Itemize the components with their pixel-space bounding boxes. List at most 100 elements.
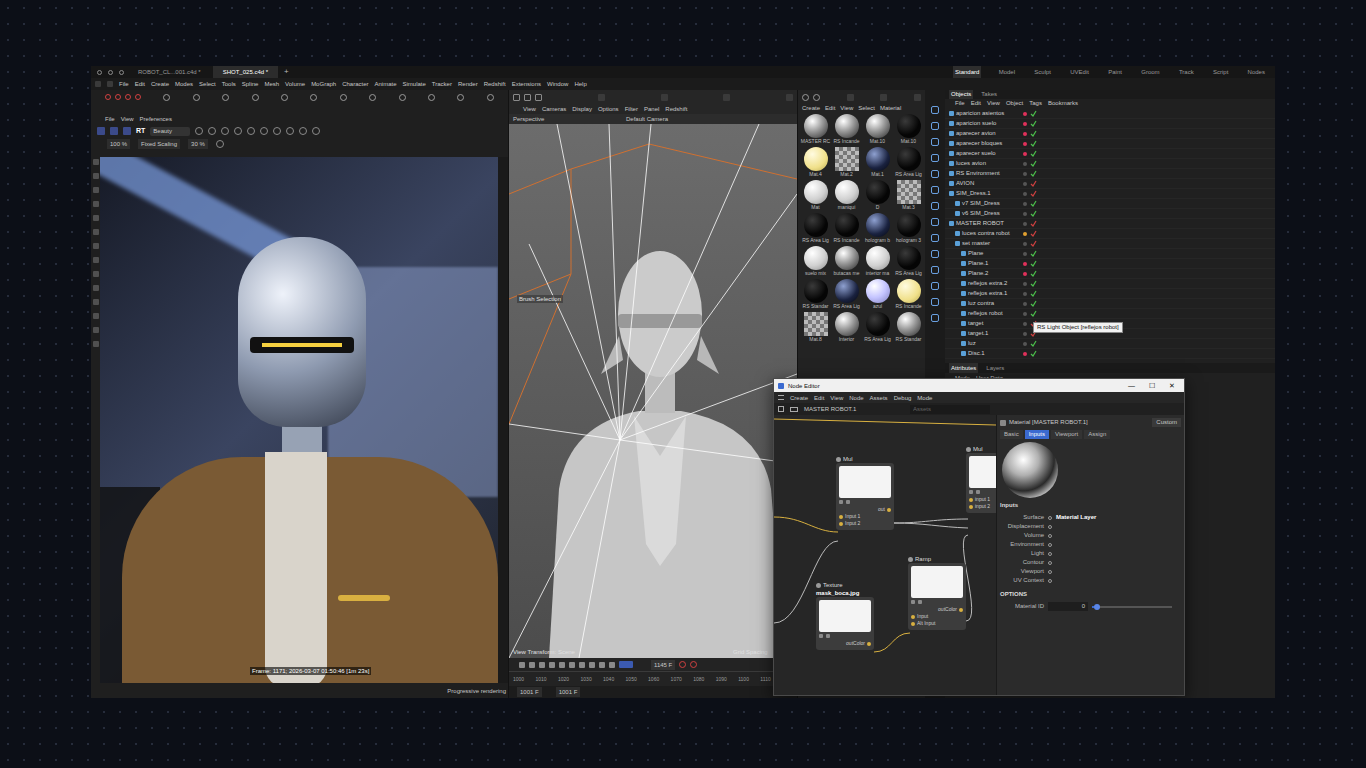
viewer-menu-item[interactable]: View xyxy=(121,115,134,124)
material-layout-icon[interactable] xyxy=(880,94,887,101)
material-preview[interactable] xyxy=(835,246,859,270)
node-search[interactable] xyxy=(910,405,990,414)
object-name[interactable]: MASTER ROBOT xyxy=(956,219,1004,228)
nav-icon[interactable] xyxy=(119,70,124,75)
material-layout-icon[interactable] xyxy=(914,94,921,101)
material-path[interactable]: MASTER ROBOT.1 xyxy=(804,404,904,414)
node-option-icon[interactable] xyxy=(846,500,850,504)
object-row[interactable]: Plane xyxy=(945,249,1275,259)
node-editor-titlebar[interactable]: Node Editor—☐✕ xyxy=(774,379,1184,392)
material-preview[interactable] xyxy=(897,114,921,138)
attribute-tab[interactable]: Layers xyxy=(984,363,1006,373)
object-row[interactable]: luces avion xyxy=(945,159,1275,169)
material-preview[interactable] xyxy=(835,114,859,138)
object-name[interactable]: Plane.1 xyxy=(968,259,988,268)
playback-icon[interactable] xyxy=(599,662,605,668)
snap-icon[interactable] xyxy=(513,94,520,101)
object-name[interactable]: luces contra robot xyxy=(962,229,1010,238)
object-menu-item[interactable]: Tags xyxy=(1029,99,1042,108)
material-preview[interactable] xyxy=(804,279,828,303)
node-output[interactable]: out xyxy=(839,506,891,513)
material-swatch[interactable]: RS Incande xyxy=(831,213,862,243)
object-row[interactable]: aparecer bloques xyxy=(945,139,1275,149)
input-row[interactable]: Contour xyxy=(1000,558,1181,567)
layer-dot[interactable] xyxy=(1023,262,1027,266)
layer-dot[interactable] xyxy=(1023,252,1027,256)
menu-item[interactable]: Select xyxy=(199,78,216,90)
viewer-menu-item[interactable]: Preferences xyxy=(140,115,172,124)
material-name[interactable]: Mat xyxy=(811,204,819,210)
layer-dot[interactable] xyxy=(1023,152,1027,156)
material-preview[interactable] xyxy=(897,312,921,336)
strip-tool-icon[interactable] xyxy=(93,229,99,235)
object-row[interactable]: luces contra robot xyxy=(945,229,1275,239)
node-menu-item[interactable]: Mode xyxy=(917,393,932,403)
port-toggle-icon[interactable] xyxy=(1048,534,1052,538)
layer-dot[interactable] xyxy=(1023,352,1027,356)
viewer-tool-icon[interactable] xyxy=(299,127,307,135)
material-id-slider[interactable] xyxy=(1092,606,1172,608)
material-name[interactable]: Mat.10 xyxy=(870,138,885,144)
render-icon[interactable] xyxy=(110,127,118,135)
object-tool-icon[interactable] xyxy=(931,282,939,290)
file-tab-label[interactable]: SHOT_025.c4d * xyxy=(223,67,268,77)
port-dot[interactable] xyxy=(867,642,871,646)
playback-icon[interactable] xyxy=(569,662,575,668)
port-dot[interactable] xyxy=(911,622,915,626)
layout-tab[interactable]: Sculpt xyxy=(1032,66,1053,78)
port-dot[interactable] xyxy=(839,522,843,526)
hamburger-icon[interactable] xyxy=(778,395,784,400)
node[interactable]: MuloutInput 1Input 2 xyxy=(836,455,894,530)
enabled-check-icon[interactable] xyxy=(1030,220,1037,227)
material-name[interactable]: RS Area Lig xyxy=(895,171,922,177)
node[interactable]: Texturemask_boca.jpgoutColor xyxy=(816,581,874,650)
layout-icon[interactable] xyxy=(723,94,730,101)
material-swatch[interactable]: RS Incande xyxy=(831,114,862,144)
material-swatch[interactable]: Mat.1 xyxy=(862,147,893,177)
viewer-tool-icon[interactable] xyxy=(234,127,242,135)
material-swatch[interactable]: hologram b xyxy=(862,213,893,243)
object-menu-item[interactable]: File xyxy=(955,99,965,108)
enabled-check-icon[interactable] xyxy=(1030,200,1037,207)
material-name[interactable]: RS Area Lig xyxy=(802,237,829,243)
port-toggle-icon[interactable] xyxy=(1048,543,1052,547)
object-row[interactable]: Plane.1 xyxy=(945,259,1275,269)
window-control[interactable]: ☐ xyxy=(1144,381,1160,391)
object-name[interactable]: target xyxy=(968,319,983,328)
node-input[interactable]: Input xyxy=(911,613,963,620)
layer-dot[interactable] xyxy=(1023,172,1027,176)
start-frame[interactable]: 1001 F xyxy=(517,687,542,697)
new-tab-button[interactable]: + xyxy=(280,66,293,78)
enabled-check-icon[interactable] xyxy=(1030,140,1037,147)
input-row[interactable]: Environment xyxy=(1000,540,1181,549)
pass-label[interactable]: Beauty xyxy=(153,127,172,136)
playback-icon[interactable] xyxy=(559,662,565,668)
material-name[interactable]: suelo mix xyxy=(805,270,826,276)
file-tab-label[interactable]: ROBOT_CL...001.c4d * xyxy=(138,67,201,77)
layout-tab[interactable]: Groom xyxy=(1139,66,1161,78)
object-name[interactable]: reflejos robot xyxy=(968,309,1003,318)
playback-icon[interactable] xyxy=(539,662,545,668)
material-menu-item[interactable]: Material xyxy=(880,104,901,113)
tool-icon[interactable] xyxy=(105,94,111,100)
enabled-check-icon[interactable] xyxy=(1030,260,1037,267)
port-toggle-icon[interactable] xyxy=(1048,579,1052,583)
material-swatch[interactable]: Mat xyxy=(800,180,831,210)
record-icon[interactable] xyxy=(690,661,697,668)
node-output[interactable]: outColor xyxy=(911,606,963,613)
strip-tool-icon[interactable] xyxy=(93,285,99,291)
viewer-tool-icon[interactable] xyxy=(208,127,216,135)
camera-name[interactable]: Default Camera xyxy=(626,114,668,124)
enabled-check-icon[interactable] xyxy=(1030,280,1037,287)
material-name[interactable]: RS Incande xyxy=(833,237,859,243)
menu-item[interactable]: Create xyxy=(151,78,169,90)
material-preview[interactable] xyxy=(897,279,921,303)
playback-icon[interactable] xyxy=(549,662,555,668)
material-name[interactable]: RS Incande xyxy=(895,303,921,309)
inspector-tab[interactable]: Inputs xyxy=(1025,430,1049,439)
material-preview[interactable] xyxy=(897,180,921,204)
object-tool-icon[interactable] xyxy=(931,266,939,274)
material-swatch[interactable]: RS Area Lig xyxy=(893,246,924,276)
object-row[interactable]: luz contra xyxy=(945,299,1275,309)
enabled-check-icon[interactable] xyxy=(1030,230,1037,237)
